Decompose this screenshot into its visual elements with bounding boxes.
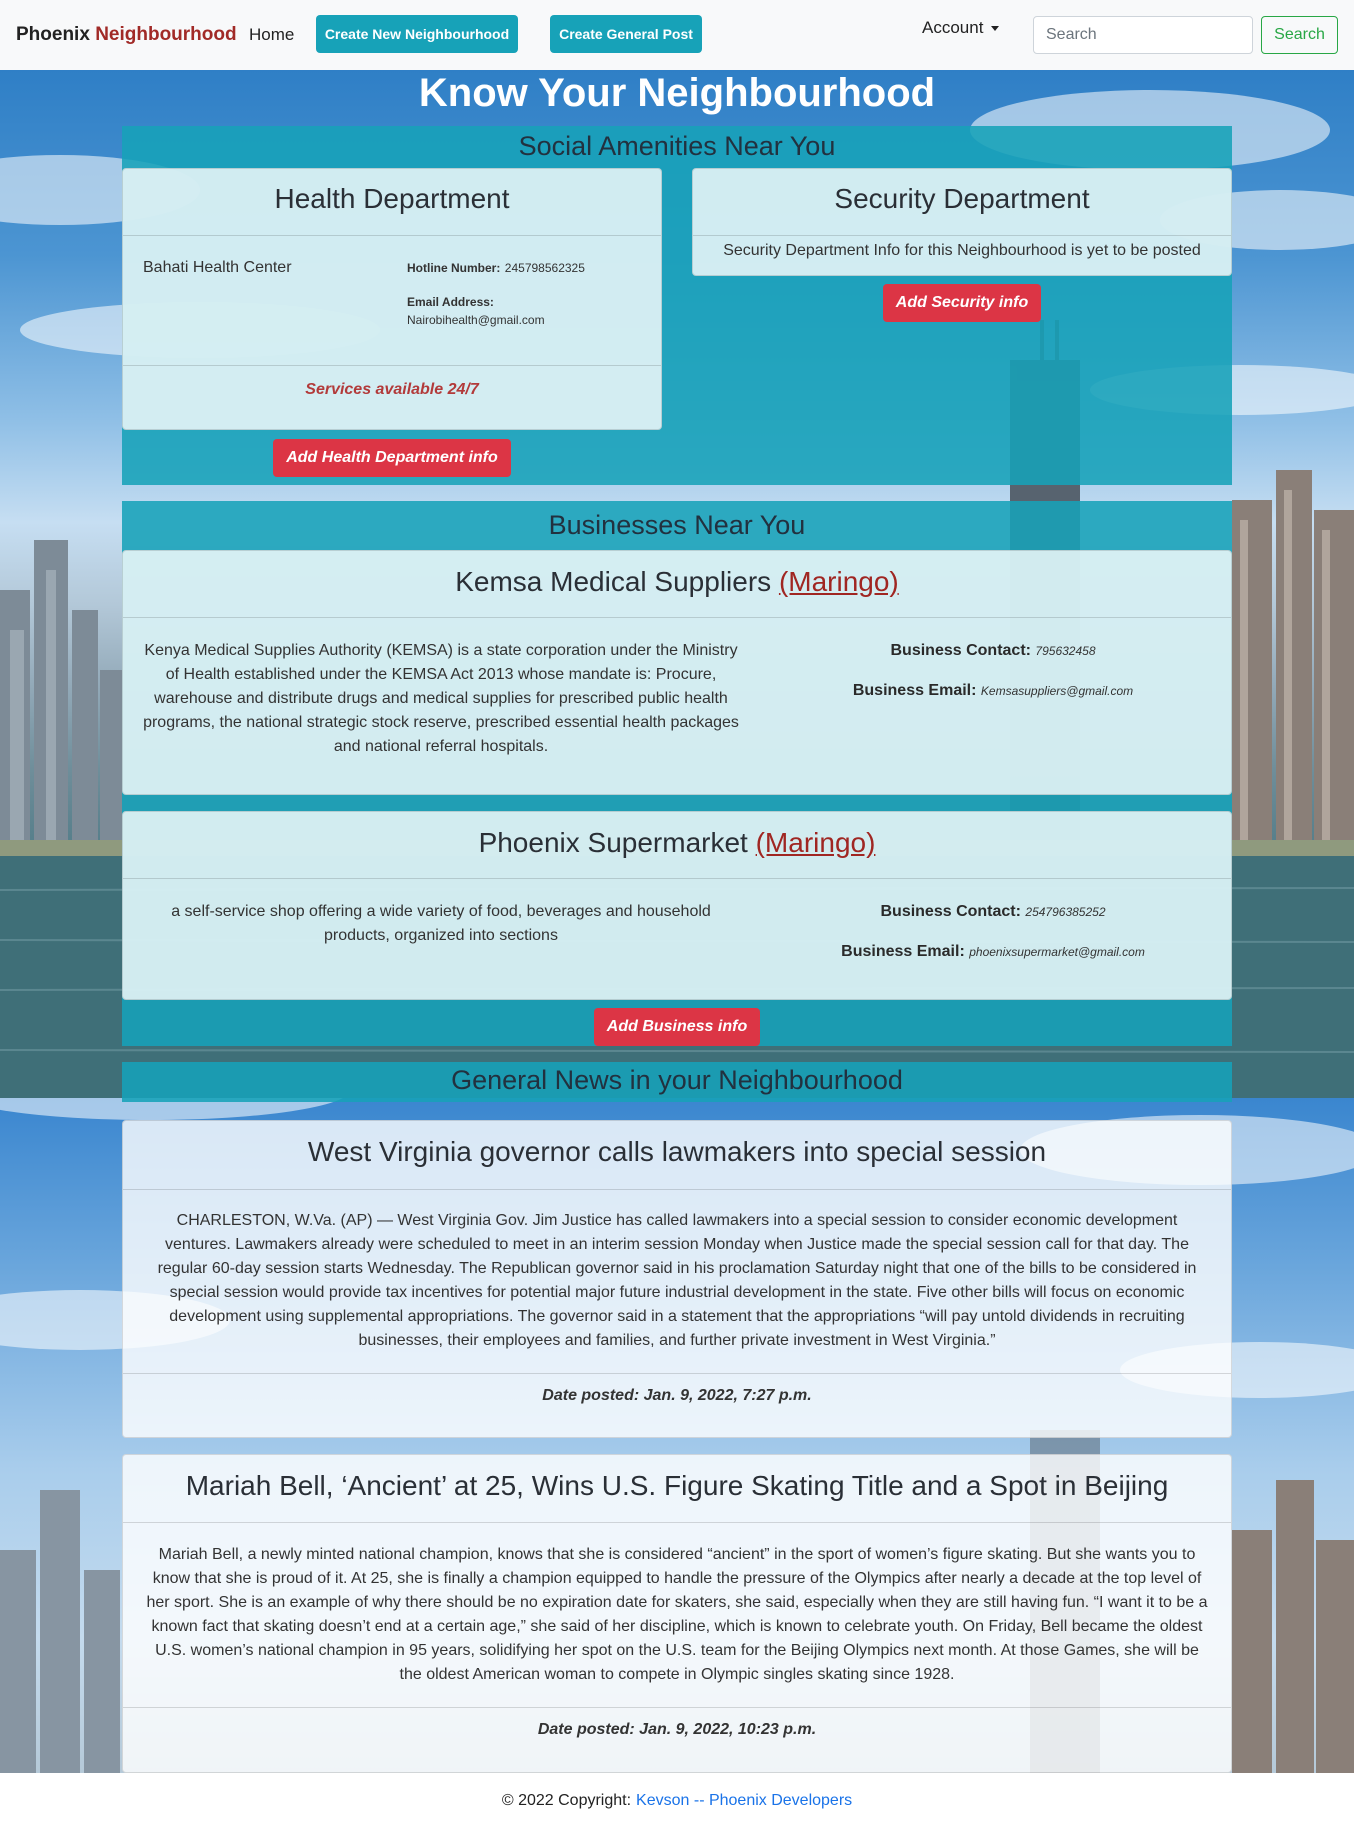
news-body: Mariah Bell, a newly minted national cha… bbox=[146, 1546, 1208, 1683]
business-description: a self-service shop offering a wide vari… bbox=[171, 903, 711, 944]
business-contact-label: Business Contact: bbox=[890, 642, 1031, 659]
health-email: Nairobihealth@gmail.com bbox=[407, 313, 545, 327]
business-contact-value: 795632458 bbox=[1035, 644, 1096, 658]
add-security-info-button[interactable]: Add Security info bbox=[883, 284, 1041, 322]
business-contact: Business Contact: 254796385252 bbox=[773, 903, 1213, 921]
business-name: Kemsa Medical Suppliers bbox=[455, 566, 772, 597]
footer-developer-link[interactable]: Kevson -- Phoenix Developers bbox=[636, 1792, 852, 1810]
account-label: Account bbox=[922, 18, 984, 37]
security-card-title: Security Department bbox=[834, 183, 1090, 214]
business-location-link[interactable]: (Maringo) bbox=[756, 827, 876, 858]
hotline-number: 245798562325 bbox=[504, 261, 585, 275]
businesses-title: Businesses Near You bbox=[548, 510, 806, 540]
brand-logo[interactable]: Phoenix Neighbourhood bbox=[16, 24, 237, 46]
news-card: Mariah Bell, ‘Ancient’ at 25, Wins U.S. … bbox=[122, 1454, 1232, 1773]
business-email-label: Business Email: bbox=[841, 943, 965, 960]
create-post-button[interactable]: Create General Post bbox=[550, 15, 702, 53]
business-contact: Business Contact: 795632458 bbox=[773, 642, 1213, 660]
email-label: Email Address: bbox=[407, 295, 494, 309]
brand-accent: Neighbourhood bbox=[95, 24, 237, 45]
news-body: CHARLESTON, W.Va. (AP) — West Virginia G… bbox=[157, 1212, 1197, 1349]
health-card: Health Department Bahati Health Center H… bbox=[122, 168, 662, 430]
services-availability: Services available 24/7 bbox=[305, 381, 479, 398]
business-description: Kenya Medical Supplies Authority (KEMSA)… bbox=[143, 642, 739, 755]
business-name: Phoenix Supermarket bbox=[478, 827, 748, 858]
nav-home-link[interactable]: Home bbox=[249, 25, 294, 45]
news-title: General News in your Neighbourhood bbox=[451, 1065, 903, 1095]
business-name-row: Kemsa Medical Suppliers (Maringo) bbox=[123, 551, 1231, 617]
business-email: Business Email: phoenixsupermarket@gmail… bbox=[773, 943, 1213, 961]
add-health-info-button[interactable]: Add Health Department info bbox=[273, 439, 511, 477]
security-card: Security Department Security Department … bbox=[692, 168, 1232, 276]
search-input[interactable] bbox=[1033, 16, 1253, 54]
business-email-value: phoenixsupermarket@gmail.com bbox=[969, 945, 1145, 959]
news-headline: West Virginia governor calls lawmakers i… bbox=[307, 1136, 1047, 1167]
health-card-title: Health Department bbox=[274, 183, 510, 214]
business-contact-value: 254796385252 bbox=[1025, 905, 1106, 919]
business-email-value: Kemsasuppliers@gmail.com bbox=[980, 684, 1134, 698]
news-card: West Virginia governor calls lawmakers i… bbox=[122, 1120, 1232, 1438]
health-center-name: Bahati Health Center bbox=[143, 259, 292, 276]
business-card: Phoenix Supermarket (Maringo) a self-ser… bbox=[122, 811, 1232, 1000]
security-message: Security Department Info for this Neighb… bbox=[723, 242, 1201, 259]
news-headline: Mariah Bell, ‘Ancient’ at 25, Wins U.S. … bbox=[185, 1470, 1169, 1501]
footer: © 2022 Copyright: Kevson -- Phoenix Deve… bbox=[0, 1773, 1354, 1828]
chevron-down-icon bbox=[991, 25, 1000, 31]
business-email: Business Email: Kemsasuppliers@gmail.com bbox=[773, 682, 1213, 700]
hotline-label: Hotline Number: bbox=[407, 261, 501, 275]
business-name-row: Phoenix Supermarket (Maringo) bbox=[123, 812, 1231, 878]
business-card: Kemsa Medical Suppliers (Maringo) Kenya … bbox=[122, 550, 1232, 795]
amenities-title: Social Amenities Near You bbox=[518, 131, 836, 161]
page-title: Know Your Neighbourhood bbox=[418, 71, 936, 115]
health-contact-info: Hotline Number: 245798562325 Email Addre… bbox=[407, 259, 647, 327]
navbar: Phoenix Neighbourhood Home Create New Ne… bbox=[0, 0, 1354, 70]
create-neighbourhood-button[interactable]: Create New Neighbourhood bbox=[316, 15, 518, 53]
business-email-label: Business Email: bbox=[852, 682, 977, 699]
business-location-link[interactable]: (Maringo) bbox=[779, 566, 899, 597]
news-date: Date posted: Jan. 9, 2022, 10:23 p.m. bbox=[537, 1721, 817, 1738]
footer-copyright: © 2022 Copyright: bbox=[501, 1791, 632, 1809]
brand-main: Phoenix bbox=[16, 24, 90, 45]
business-contact-label: Business Contact: bbox=[880, 903, 1021, 920]
add-business-info-button[interactable]: Add Business info bbox=[594, 1008, 760, 1046]
account-dropdown[interactable]: Account bbox=[922, 18, 1000, 38]
news-date: Date posted: Jan. 9, 2022, 7:27 p.m. bbox=[542, 1387, 812, 1404]
search-button[interactable]: Search bbox=[1261, 16, 1338, 54]
